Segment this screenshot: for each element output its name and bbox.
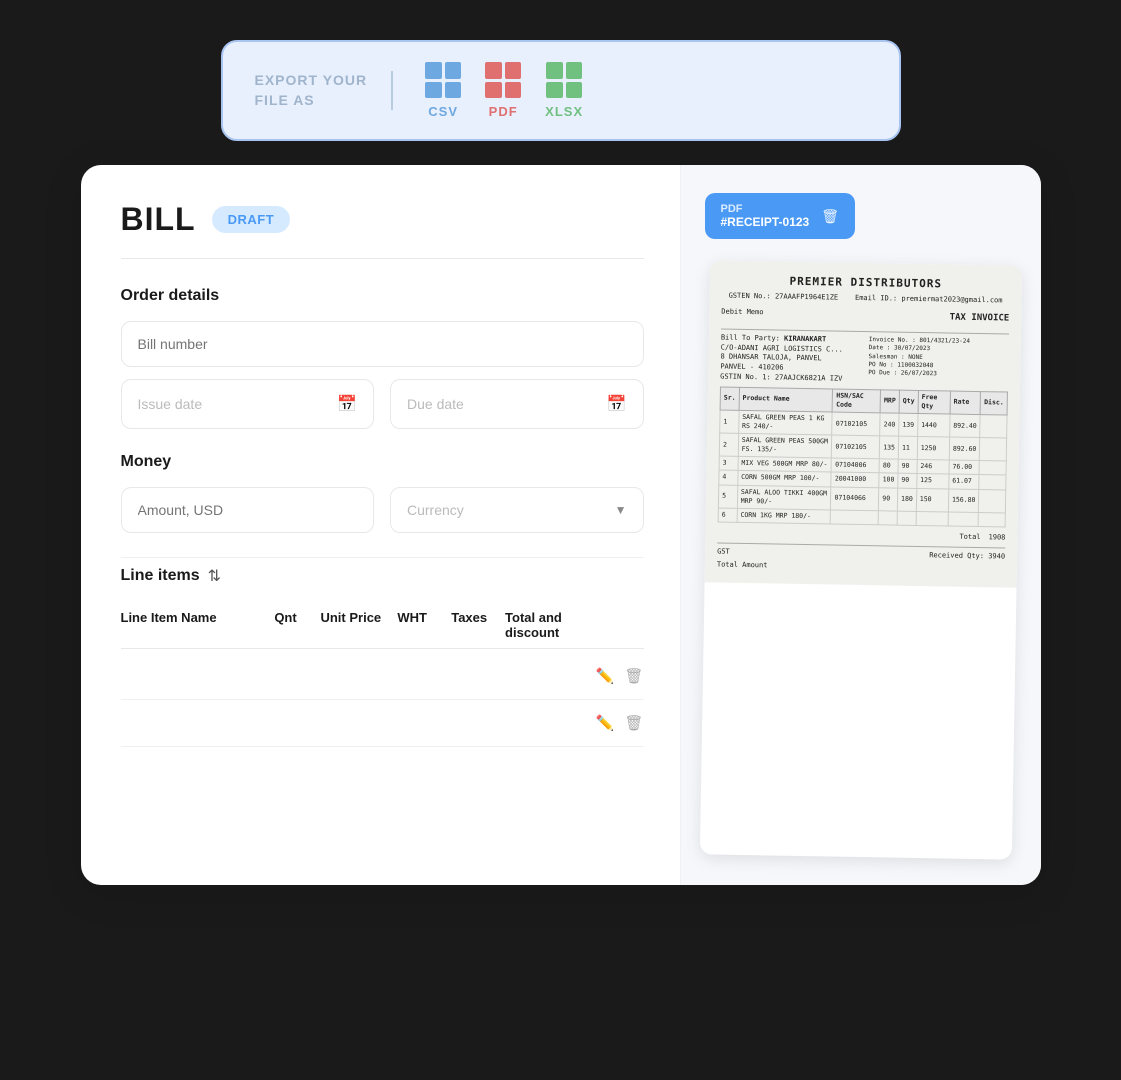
receipt-salesman: NONE: [908, 353, 923, 360]
pdf-badge-text: PDF #RECEIPT-0123: [721, 203, 810, 229]
pdf-badge: PDF #RECEIPT-0123 🗑: [705, 193, 856, 239]
csv-icon: [425, 62, 461, 98]
csv-label: CSV: [428, 104, 458, 119]
export-label: EXPORT YOURFILE AS: [255, 71, 394, 110]
main-content: BILL DRAFT Order details Issue date 📅 Du…: [81, 165, 1041, 885]
date-row: Issue date 📅 Due date 📅: [121, 379, 644, 429]
receipt-po-no: 1100032048: [897, 362, 933, 370]
issue-date-field[interactable]: Issue date 📅: [121, 379, 375, 429]
pdf-icon: [485, 62, 521, 98]
receipt-doc-type: TAX INVOICE: [949, 312, 1009, 326]
due-date-calendar-icon: 📅: [607, 394, 627, 414]
row2-actions: ✏️ 🗑: [596, 714, 644, 732]
col-total: Total and discount: [505, 610, 613, 640]
table-header: Line Item Name Qnt Unit Price WHT Taxes …: [121, 602, 644, 649]
csv-export-button[interactable]: CSV: [425, 62, 461, 119]
col-unit-price: Unit Price: [320, 610, 397, 640]
col-taxes: Taxes: [451, 610, 505, 640]
money-section-title: Money: [121, 453, 644, 471]
receipt-bill-to: KIRANAKART: [784, 334, 826, 343]
receipt-company-name: PREMIER DISTRIBUTORS: [721, 273, 1009, 293]
issue-date-label: Issue date: [138, 396, 203, 412]
col-wht: WHT: [397, 610, 451, 640]
left-panel: BILL DRAFT Order details Issue date 📅 Du…: [81, 165, 681, 885]
bill-header: BILL DRAFT: [121, 201, 644, 259]
order-details-section: Order details Issue date 📅 Due date 📅: [121, 287, 644, 429]
currency-label: Currency: [407, 502, 464, 518]
xlsx-label: XLSX: [545, 104, 583, 119]
row1-edit-icon[interactable]: ✏️: [596, 667, 615, 685]
receipt-items-table: Sr. Product Name HSN/SAC Code MRP Qty Fr…: [717, 386, 1007, 527]
line-items-header: Line items ⇅: [121, 557, 644, 586]
row1-actions: ✏️ 🗑: [596, 667, 644, 685]
sort-icon[interactable]: ⇅: [208, 566, 221, 586]
money-row: Currency ▼: [121, 487, 644, 533]
export-bar: EXPORT YOURFILE AS CSV PDF XLSX: [221, 40, 901, 141]
line-items-section: Line items ⇅ Line Item Name Qnt Unit Pri…: [121, 557, 644, 747]
right-panel: PDF #RECEIPT-0123 🗑 PREMIER DISTRIBUTORS…: [681, 165, 1041, 885]
receipt-image-container: PREMIER DISTRIBUTORS GSTEN No.: 27AAAFP1…: [699, 260, 1021, 859]
draft-badge: DRAFT: [212, 206, 291, 233]
amount-input[interactable]: [121, 487, 375, 533]
pdf-format-label: PDF: [721, 203, 810, 215]
bill-number-input[interactable]: [121, 321, 644, 367]
pdf-label: PDF: [489, 104, 518, 119]
due-date-label: Due date: [407, 396, 464, 412]
pdf-receipt-id: #RECEIPT-0123: [721, 215, 810, 229]
row2-edit-icon[interactable]: ✏️: [596, 714, 615, 732]
table-row: ✏️ 🗑: [121, 700, 644, 747]
col-qnt: Qnt: [274, 610, 320, 640]
receipt-invoice-no: 801/4321/23-24: [919, 337, 970, 345]
receipt-footer: Total 1908 GST Received Qty: 3940 Total …: [716, 528, 1005, 575]
receipt-gst-email: GSTEN No.: 27AAAFP1964E1ZE Email ID.: pr…: [721, 292, 1009, 307]
receipt-po-due: 26/07/2023: [900, 370, 936, 378]
pdf-delete-icon[interactable]: 🗑: [821, 208, 839, 225]
order-details-title: Order details: [121, 287, 644, 305]
due-date-field[interactable]: Due date 📅: [390, 379, 644, 429]
receipt-date: 30/07/2023: [893, 345, 929, 353]
currency-dropdown-arrow: ▼: [615, 503, 627, 517]
money-section: Money Currency ▼: [121, 453, 644, 533]
row1-delete-icon[interactable]: 🗑: [624, 667, 643, 685]
col-name: Line Item Name: [121, 610, 275, 640]
issue-date-calendar-icon: 📅: [337, 394, 357, 414]
col-actions: [613, 610, 644, 640]
pdf-export-button[interactable]: PDF: [485, 62, 521, 119]
currency-select[interactable]: Currency ▼: [390, 487, 644, 533]
row2-delete-icon[interactable]: 🗑: [624, 714, 643, 732]
receipt-memo: Debit Memo: [721, 308, 763, 325]
export-options: CSV PDF XLSX: [425, 62, 583, 119]
bill-title: BILL: [121, 201, 196, 238]
table-row: ✏️ 🗑: [121, 653, 644, 700]
receipt-image: PREMIER DISTRIBUTORS GSTEN No.: 27AAAFP1…: [704, 260, 1022, 588]
xlsx-export-button[interactable]: XLSX: [545, 62, 583, 119]
line-items-title: Line items: [121, 567, 200, 585]
xlsx-icon: [546, 62, 582, 98]
